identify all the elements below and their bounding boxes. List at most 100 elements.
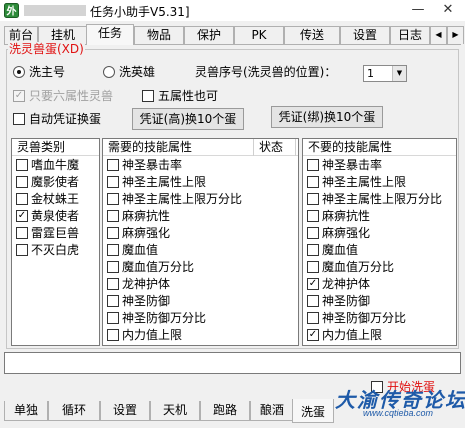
unwanted-skill-checkbox[interactable] — [307, 193, 319, 205]
unwanted-skill-row[interactable]: ✓ 内力值上限 — [303, 327, 456, 344]
required-skill-row[interactable]: 神圣防御 — [103, 293, 298, 310]
unwanted-skill-checkbox[interactable] — [307, 244, 319, 256]
exchange-high-voucher-button[interactable]: 凭证(高)换10个蛋 — [132, 108, 244, 130]
unwanted-skill-checkbox[interactable] — [307, 176, 319, 188]
auto-exchange-checkbox[interactable] — [13, 113, 25, 125]
forum-watermark: 大渝传奇论坛 www.cqtieba.com — [335, 384, 465, 424]
pet-type-row[interactable]: 雷霆巨兽 — [12, 225, 99, 242]
unwanted-skill-row[interactable]: 魔血值 — [303, 242, 456, 259]
pet-type-checkbox[interactable] — [16, 176, 28, 188]
required-skill-row[interactable]: 麻痹抗性 — [103, 208, 298, 225]
pet-type-row[interactable]: 嗜血牛魔 — [12, 157, 99, 174]
required-skill-checkbox[interactable] — [107, 193, 119, 205]
pet-type-checkbox[interactable] — [16, 193, 28, 205]
unwanted-skill-row[interactable]: 麻痹抗性 — [303, 208, 456, 225]
pet-type-row[interactable]: ✓ 黄泉使者 — [12, 208, 99, 225]
unwanted-skill-list[interactable]: 不要的技能属性 神圣暴击率 神圣主属性上限 神圣主属性上限万分比 麻痹抗性 麻痹强化 魔血… — [302, 138, 457, 346]
subtab-run[interactable]: 跑路 — [200, 401, 250, 421]
required-skill-checkbox[interactable] — [107, 329, 119, 341]
required-skill-checkbox[interactable] — [107, 278, 119, 290]
tab-scroll-left-icon[interactable]: ◀ — [430, 26, 447, 44]
tab-scroll-right-icon[interactable]: ▶ — [447, 26, 464, 44]
exchange-bound-voucher-button[interactable]: 凭证(绑)换10个蛋 — [271, 106, 383, 128]
log-output-box[interactable] — [4, 352, 461, 374]
unwanted-skill-row[interactable]: 神圣防御 — [303, 293, 456, 310]
pet-type-row[interactable]: 不灭白虎 — [12, 242, 99, 259]
pet-type-checkbox[interactable] — [16, 159, 28, 171]
subtab-settings[interactable]: 设置 — [100, 401, 150, 421]
required-skill-row[interactable]: 神圣主属性上限 — [103, 174, 298, 191]
subtab-tianji[interactable]: 天机 — [150, 401, 200, 421]
unwanted-skill-checkbox[interactable] — [307, 210, 319, 222]
subtab-egg-wash[interactable]: 洗蛋 — [292, 399, 334, 423]
unwanted-skill-checkbox[interactable]: ✓ — [307, 278, 319, 290]
unwanted-skill-label: 内力值上限 — [322, 328, 383, 342]
tab-items[interactable]: 物品 — [134, 26, 184, 44]
unwanted-skill-checkbox[interactable] — [307, 312, 319, 324]
pet-type-checkbox[interactable] — [16, 227, 28, 239]
required-skill-row[interactable]: 魔血值 — [103, 242, 298, 259]
required-skill-row[interactable]: 神圣暴击率 — [103, 157, 298, 174]
tab-settings[interactable]: 设置 — [340, 26, 390, 44]
required-skill-row[interactable]: 神圣主属性上限万分比 — [103, 191, 298, 208]
unwanted-skill-checkbox[interactable] — [307, 227, 319, 239]
unwanted-skill-row[interactable]: 魔血值万分比 — [303, 259, 456, 276]
radio-hero[interactable] — [103, 66, 115, 78]
subtab-single[interactable]: 单独 — [4, 401, 48, 421]
required-skill-label: 神圣防御万分比 — [122, 311, 207, 325]
unwanted-skill-row[interactable]: 神圣主属性上限万分比 — [303, 191, 456, 208]
required-skill-checkbox[interactable] — [107, 261, 119, 273]
chevron-down-icon[interactable]: ▼ — [392, 66, 406, 81]
unwanted-skill-row[interactable]: 神圣防御万分比 — [303, 310, 456, 327]
required-skill-checkbox[interactable] — [107, 295, 119, 307]
unwanted-skill-row[interactable]: 神圣主属性上限 — [303, 174, 456, 191]
unwanted-skill-checkbox[interactable] — [307, 295, 319, 307]
radio-main-account[interactable] — [13, 66, 25, 78]
pet-type-list[interactable]: 灵兽类别 嗜血牛魔 魔影使者 金杖蛛王 ✓ 黄泉使者 雷霆巨兽 不灭白虎 — [11, 138, 100, 346]
required-skill-checkbox[interactable] — [107, 159, 119, 171]
required-skill-row[interactable]: 龙神护体 — [103, 276, 298, 293]
required-skill-row[interactable]: 内力值上限 — [103, 327, 298, 344]
required-skill-row[interactable]: 麻痹强化 — [103, 225, 298, 242]
required-skill-label: 内力值上限 — [122, 328, 183, 342]
pet-type-checkbox[interactable]: ✓ — [16, 210, 28, 222]
five-attr-ok-checkbox[interactable] — [142, 90, 154, 102]
subtab-brew[interactable]: 酿酒 — [250, 401, 294, 421]
unwanted-skill-checkbox[interactable] — [307, 159, 319, 171]
tab-quest[interactable]: 任务 — [86, 24, 134, 45]
unwanted-skill-row[interactable]: ✓ 龙神护体 — [303, 276, 456, 293]
tab-protect[interactable]: 保护 — [184, 26, 234, 44]
tab-teleport[interactable]: 传送 — [284, 26, 340, 44]
unwanted-skill-checkbox[interactable] — [307, 261, 319, 273]
required-skill-row[interactable]: 神圣防御万分比 — [103, 310, 298, 327]
required-skill-checkbox[interactable] — [107, 227, 119, 239]
pet-sequence-value: 1 — [367, 67, 374, 80]
unwanted-skill-label: 神圣防御 — [322, 294, 371, 308]
pet-type-row[interactable]: 魔影使者 — [12, 174, 99, 191]
required-skill-label: 神圣主属性上限 — [122, 175, 207, 189]
required-skill-list[interactable]: 需要的技能属性 状态 神圣暴击率 神圣主属性上限 神圣主属性上限万分比 麻痹抗性 麻痹强… — [102, 138, 299, 346]
tab-pk[interactable]: PK — [234, 26, 284, 44]
pet-type-checkbox[interactable] — [16, 244, 28, 256]
unwanted-skill-label: 麻痹强化 — [322, 226, 371, 240]
unwanted-skill-checkbox[interactable]: ✓ — [307, 329, 319, 341]
required-skill-checkbox[interactable] — [107, 176, 119, 188]
close-button[interactable]: ✕ — [434, 0, 462, 21]
minimize-button[interactable]: — — [404, 0, 432, 21]
svg-text:外: 外 — [6, 5, 17, 18]
pet-type-row[interactable]: 金杖蛛王 — [12, 191, 99, 208]
unwanted-skill-label: 魔血值 — [322, 243, 359, 257]
unwanted-skill-row[interactable]: 神圣暴击率 — [303, 157, 456, 174]
tab-log[interactable]: 日志 — [390, 26, 430, 44]
pet-type-label: 魔影使者 — [31, 175, 80, 189]
required-skill-checkbox[interactable] — [107, 210, 119, 222]
required-skill-checkbox[interactable] — [107, 244, 119, 256]
unwanted-skill-row[interactable]: 麻痹强化 — [303, 225, 456, 242]
sub-tab-bar: 单独 循环 设置 天机 跑路 酿酒 洗蛋 — [4, 399, 334, 425]
pet-sequence-select[interactable]: 1 ▼ — [363, 65, 407, 82]
required-skill-checkbox[interactable] — [107, 312, 119, 324]
required-skill-row[interactable]: 魔血值万分比 — [103, 259, 298, 276]
pet-type-label: 嗜血牛魔 — [31, 158, 80, 172]
subtab-loop[interactable]: 循环 — [48, 401, 100, 421]
required-skill-label: 麻痹抗性 — [122, 209, 171, 223]
